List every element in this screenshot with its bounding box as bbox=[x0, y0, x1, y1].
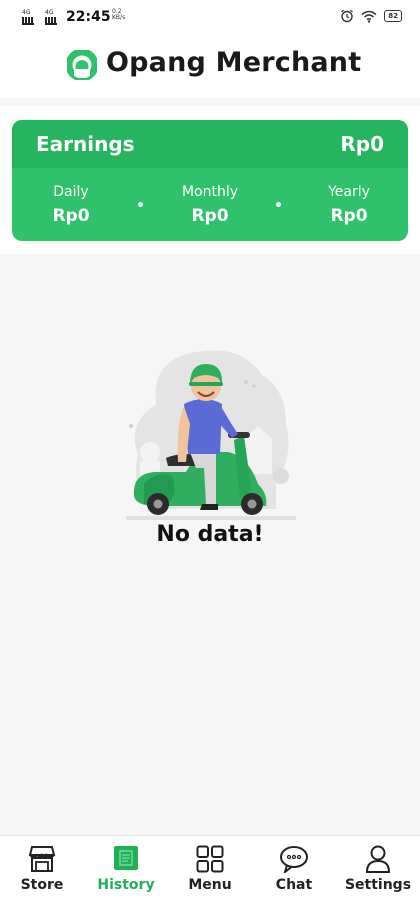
nav-history-label: History bbox=[97, 877, 155, 893]
status-bar: 4G 4G 22:45 0.2 KB/s 82 bbox=[0, 0, 420, 34]
battery-icon: 82 bbox=[384, 10, 402, 22]
wifi-icon bbox=[361, 10, 377, 23]
separator-dot bbox=[276, 202, 281, 207]
sim1-label: 4G bbox=[22, 9, 31, 16]
app-title: Opang Merchant bbox=[106, 47, 362, 78]
earnings-total: Rp0 bbox=[340, 132, 384, 156]
alarm-icon bbox=[341, 9, 354, 23]
user-icon bbox=[365, 845, 391, 873]
earnings-yearly-value: Rp0 bbox=[330, 206, 368, 226]
nav-settings[interactable]: Settings bbox=[336, 836, 420, 901]
scooter-rider-illustration bbox=[126, 350, 296, 520]
earnings-monthly-value: Rp0 bbox=[191, 206, 229, 226]
status-icons: 82 bbox=[340, 9, 402, 23]
earnings-monthly: Monthly Rp0 bbox=[155, 184, 265, 226]
empty-state-message: No data! bbox=[156, 522, 264, 547]
earnings-daily-value: Rp0 bbox=[52, 206, 90, 226]
nav-chat[interactable]: Chat bbox=[252, 836, 336, 901]
earnings-yearly-label: Yearly bbox=[328, 184, 370, 200]
earnings-card: Earnings Rp0 Daily Rp0 Monthly Rp0 Yearl… bbox=[12, 120, 408, 241]
nav-history[interactable]: History bbox=[84, 836, 168, 901]
history-icon bbox=[114, 846, 138, 870]
nav-store[interactable]: Store bbox=[0, 836, 84, 901]
status-time: 22:45 bbox=[66, 9, 111, 25]
network-speed-unit: KB/s bbox=[112, 14, 126, 21]
nav-menu-label: Menu bbox=[188, 877, 232, 893]
store-icon bbox=[28, 846, 56, 872]
sim2-signal-icon: 4G bbox=[45, 9, 57, 25]
nav-chat-label: Chat bbox=[275, 877, 313, 893]
bottom-navigation: Store History Menu Chat Settings bbox=[0, 835, 420, 901]
nav-settings-label: Settings bbox=[344, 877, 412, 893]
chat-icon bbox=[280, 846, 308, 873]
earnings-title: Earnings bbox=[36, 132, 135, 156]
earnings-daily: Daily Rp0 bbox=[16, 184, 126, 226]
sim1-signal-icon: 4G bbox=[22, 9, 34, 25]
earnings-monthly-label: Monthly bbox=[181, 184, 239, 200]
nav-store-label: Store bbox=[20, 877, 64, 893]
separator-dot bbox=[138, 202, 143, 207]
network-speed: 0.2 KB/s bbox=[112, 9, 125, 21]
sim2-label: 4G bbox=[45, 9, 54, 16]
opang-logo-icon bbox=[67, 50, 97, 80]
earnings-daily-label: Daily bbox=[53, 184, 89, 200]
menu-grid-icon bbox=[196, 845, 224, 873]
battery-level: 82 bbox=[388, 12, 398, 20]
nav-menu[interactable]: Menu bbox=[168, 836, 252, 901]
earnings-yearly: Yearly Rp0 bbox=[294, 184, 404, 226]
